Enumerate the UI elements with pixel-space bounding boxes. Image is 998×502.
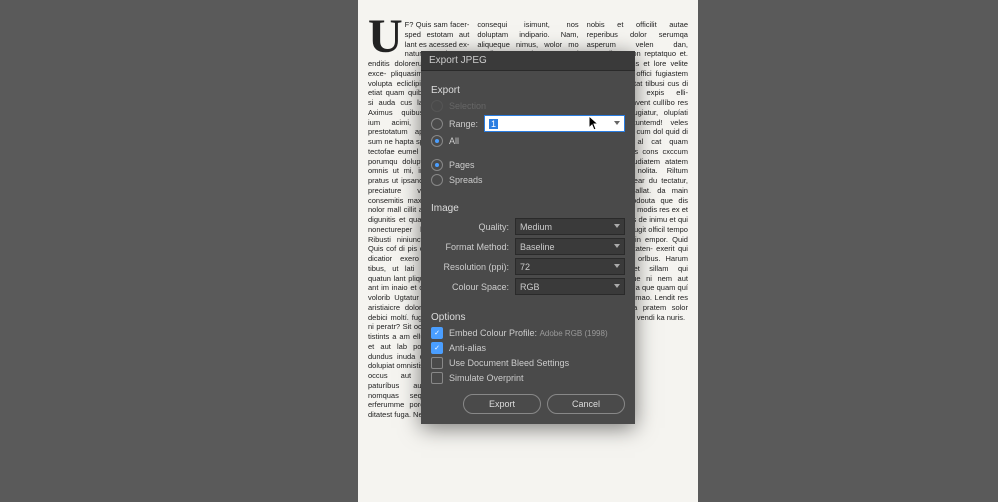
bleed-label: Use Document Bleed Settings — [449, 358, 569, 368]
colour-space-label: Colour Space: — [431, 282, 515, 292]
dialog-title: Export JPEG — [421, 51, 635, 71]
export-section-header: Export — [431, 85, 625, 96]
resolution-select[interactable]: 72 — [515, 258, 625, 275]
quality-label: Quality: — [431, 222, 515, 232]
quality-select[interactable]: Medium — [515, 218, 625, 235]
embed-profile-label: Embed Colour Profile: Adobe RGB (1998) — [449, 328, 608, 338]
format-method-select[interactable]: Baseline — [515, 238, 625, 255]
range-input[interactable]: 1 — [484, 115, 625, 132]
range-radio[interactable] — [431, 118, 443, 130]
image-section-header: Image — [431, 203, 625, 214]
colour-space-select[interactable]: RGB — [515, 278, 625, 295]
range-label: Range: — [449, 119, 478, 129]
embed-profile-checkbox[interactable] — [431, 327, 443, 339]
resolution-label: Resolution (ppi): — [431, 262, 515, 272]
antialias-checkbox[interactable] — [431, 342, 443, 354]
all-radio[interactable] — [431, 135, 443, 147]
spreads-radio[interactable] — [431, 174, 443, 186]
options-section-header: Options — [431, 312, 625, 323]
bleed-checkbox[interactable] — [431, 357, 443, 369]
all-label: All — [449, 136, 459, 146]
dropcap: U — [368, 20, 405, 54]
cancel-button[interactable]: Cancel — [547, 394, 625, 414]
pages-radio[interactable] — [431, 159, 443, 171]
export-button[interactable]: Export — [463, 394, 541, 414]
antialias-label: Anti-alias — [449, 343, 486, 353]
format-method-label: Format Method: — [431, 242, 515, 252]
selection-radio — [431, 100, 443, 112]
export-jpeg-dialog: Export JPEG Export Selection Range: 1 Al… — [421, 51, 635, 424]
pages-label: Pages — [449, 160, 475, 170]
overprint-checkbox[interactable] — [431, 372, 443, 384]
overprint-label: Simulate Overprint — [449, 373, 524, 383]
spreads-label: Spreads — [449, 175, 483, 185]
selection-label: Selection — [449, 101, 486, 111]
